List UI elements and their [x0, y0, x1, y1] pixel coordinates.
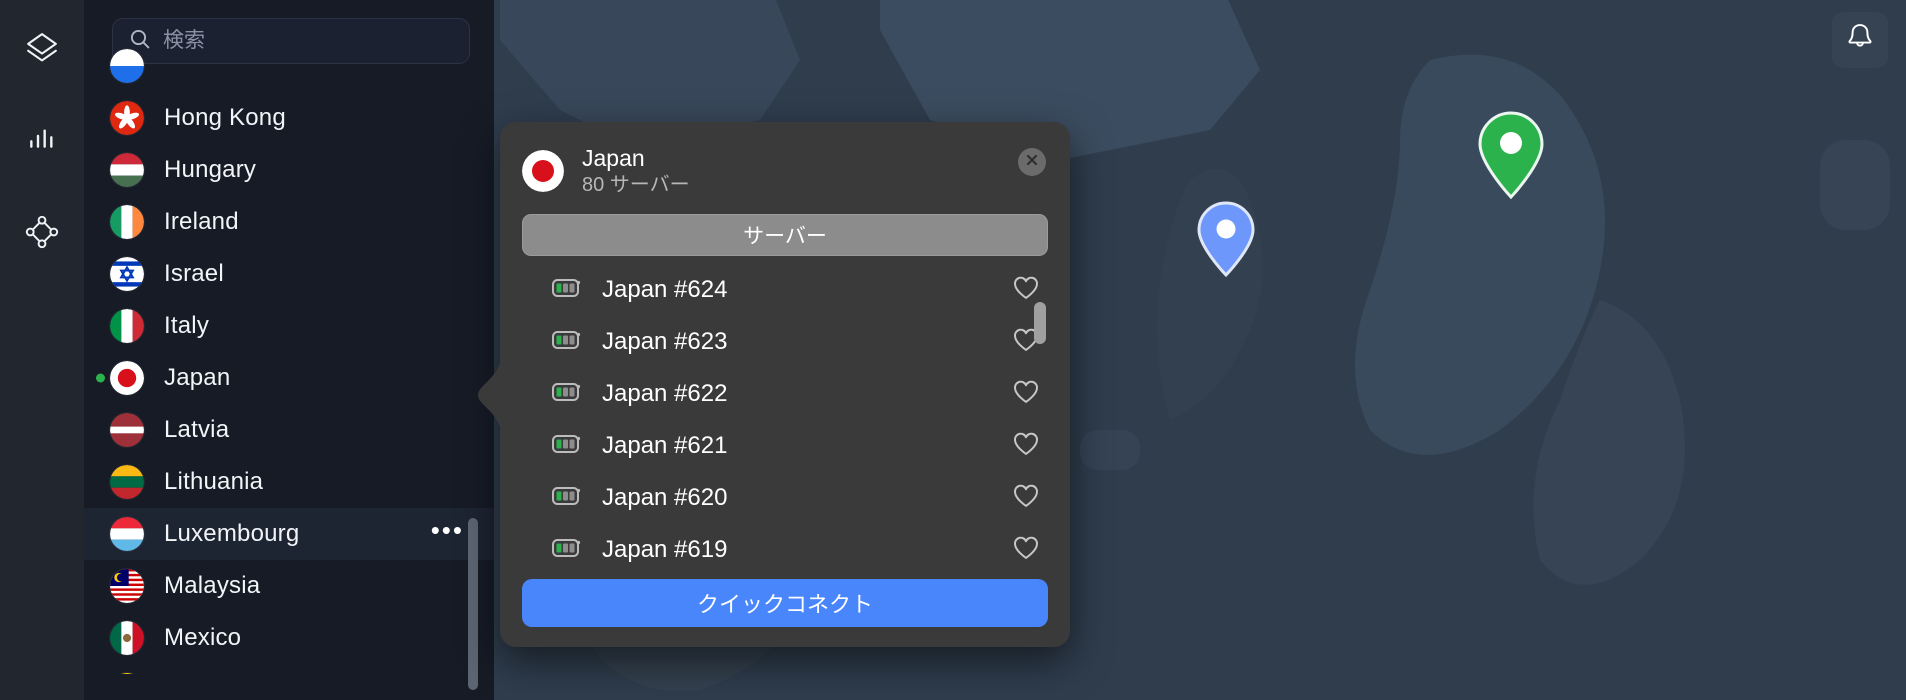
popup-title-block: Japan 80 サーバー [582, 144, 690, 198]
rail-item-mesh-network[interactable] [16, 206, 68, 258]
flag-icon [110, 257, 144, 291]
favorite-heart-icon[interactable] [1012, 535, 1040, 566]
flag-icon [110, 517, 144, 551]
country-row-ireland[interactable]: Ireland [84, 196, 494, 248]
country-detail-popup: Japan 80 サーバー サーバー Japan #624 Japan #623… [478, 122, 1070, 647]
server-load-icon [552, 537, 582, 564]
bell-icon [1845, 22, 1875, 59]
country-row-mexico[interactable]: Mexico [84, 612, 494, 664]
country-name-label: Japan [164, 364, 231, 391]
rail-item-layers[interactable] [16, 22, 68, 74]
country-name-label: Lithuania [164, 468, 264, 495]
country-row-hong-kong[interactable]: Hong Kong [84, 92, 494, 144]
country-row[interactable] [84, 40, 494, 92]
flag-icon [110, 205, 144, 239]
country-name-label: Italy [164, 312, 210, 339]
connected-indicator-dot [96, 373, 105, 383]
server-load-icon [552, 485, 582, 512]
popup-tabbar: サーバー [500, 210, 1070, 257]
server-row[interactable]: Japan #620 [500, 472, 1070, 524]
quick-connect-label: クイックコネクト [696, 592, 873, 617]
vpn-app-window: Hong Kong Hungary Ireland Israel Italy J… [0, 0, 1906, 700]
flag-icon [110, 309, 144, 343]
tab-servers-label: サーバー [743, 225, 827, 249]
rail-item-statistics[interactable] [16, 114, 68, 166]
quick-connect-button[interactable]: クイックコネクト [522, 579, 1048, 627]
server-row[interactable]: Japan #621 [500, 420, 1070, 472]
flag-icon [110, 569, 144, 603]
flag-icon [110, 101, 144, 135]
server-name-label: Japan #619 [602, 536, 728, 564]
country-row-israel[interactable]: Israel [84, 248, 494, 300]
flag-icon [110, 673, 144, 674]
popup-server-count: 80 サーバー [582, 174, 690, 197]
server-list-scrollbar-thumb[interactable] [1034, 302, 1046, 345]
favorite-heart-icon[interactable] [1012, 379, 1040, 410]
popup-country-name: Japan [582, 145, 645, 171]
icon-rail [0, 0, 84, 700]
popup-flag-japan [522, 150, 564, 193]
row-options-menu-icon[interactable]: ••• [431, 517, 464, 543]
server-row[interactable]: Japan #624 [500, 264, 1070, 316]
server-load-icon [552, 329, 582, 356]
country-name-label: Mexico [164, 624, 242, 651]
server-name-label: Japan #624 [602, 276, 728, 304]
popup-header: Japan 80 サーバー [500, 122, 1070, 210]
layers-icon [24, 30, 60, 66]
popup-footer: クイックコネクト [500, 569, 1070, 647]
country-name-label: Luxembourg [164, 520, 300, 547]
server-row[interactable]: Japan #622 [500, 368, 1070, 420]
favorite-heart-icon[interactable] [1012, 431, 1040, 462]
flag-icon [110, 153, 144, 187]
notifications-button[interactable] [1832, 12, 1888, 68]
popup-pointer-tail [478, 350, 502, 440]
sidebar-scrollbar-thumb[interactable] [468, 518, 478, 690]
country-name-label: Israel [164, 260, 224, 287]
country-name-label: Hong Kong [164, 104, 286, 131]
country-row-moldova[interactable]: Moldova [84, 664, 494, 674]
server-name-label: Japan #621 [602, 432, 728, 460]
popup-close-button[interactable] [1018, 148, 1046, 176]
server-row[interactable]: Japan #619 [500, 524, 1070, 569]
country-row-lithuania[interactable]: Lithuania [84, 456, 494, 508]
flag-icon [110, 49, 144, 83]
country-name-label: Ireland [164, 208, 239, 235]
map-pin-green[interactable] [1476, 110, 1546, 205]
country-row-malaysia[interactable]: Malaysia [84, 560, 494, 612]
favorite-heart-icon[interactable] [1012, 483, 1040, 514]
server-name-label: Japan #620 [602, 484, 728, 512]
close-icon [1025, 153, 1039, 172]
mesh-network-icon [25, 215, 59, 249]
favorite-heart-icon[interactable] [1012, 275, 1040, 306]
server-load-icon [552, 381, 582, 408]
country-list[interactable]: Hong Kong Hungary Ireland Israel Italy J… [84, 40, 494, 674]
flag-icon [110, 413, 144, 447]
country-sidebar: Hong Kong Hungary Ireland Israel Italy J… [84, 0, 494, 700]
country-name-label: Malaysia [164, 572, 261, 599]
server-list[interactable]: Japan #624 Japan #623 Japan #622 Japan #… [500, 264, 1070, 569]
flag-icon [110, 465, 144, 499]
country-row-hungary[interactable]: Hungary [84, 144, 494, 196]
server-row[interactable]: Japan #623 [500, 316, 1070, 368]
country-row-luxembourg[interactable]: Luxembourg ••• [84, 508, 494, 560]
server-name-label: Japan #623 [602, 328, 728, 356]
country-row-latvia[interactable]: Latvia [84, 404, 494, 456]
flag-icon [110, 621, 144, 655]
country-row-italy[interactable]: Italy [84, 300, 494, 352]
flag-icon [110, 361, 144, 395]
country-name-label: Hungary [164, 156, 257, 183]
server-name-label: Japan #622 [602, 380, 728, 408]
country-row-japan[interactable]: Japan [84, 352, 494, 404]
country-name-label: Latvia [164, 416, 230, 443]
server-load-icon [552, 433, 582, 460]
tab-servers[interactable]: サーバー [522, 214, 1048, 257]
server-load-icon [552, 277, 582, 304]
map-pin-blue[interactable] [1196, 200, 1256, 283]
bar-chart-icon [26, 124, 58, 156]
